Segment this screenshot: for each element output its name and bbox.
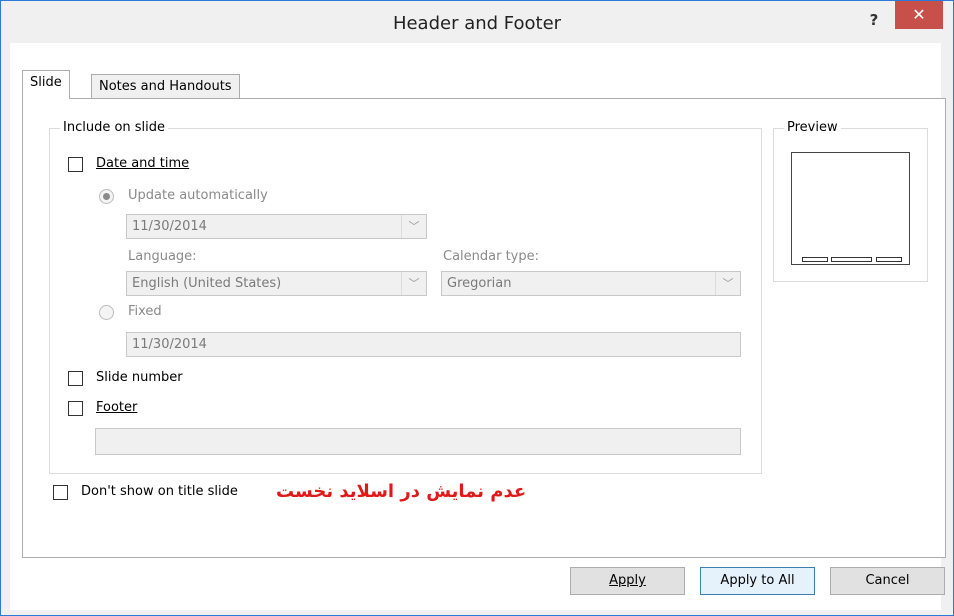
tab-notes-handouts-label: Notes and Handouts — [99, 79, 232, 94]
calendar-type-select[interactable]: Gregorian ﹀ — [441, 271, 741, 296]
close-button[interactable]: ✕ — [895, 1, 943, 29]
apply-button[interactable]: Apply — [570, 567, 685, 595]
date-time-checkbox[interactable] — [68, 157, 83, 172]
footer-label[interactable]: Footer — [96, 400, 137, 415]
preview-legend: Preview — [784, 120, 841, 135]
preview-date-placeholder — [802, 257, 828, 262]
radio-dot — [103, 193, 110, 200]
preview-number-placeholder — [876, 257, 902, 262]
update-automatically-radio[interactable] — [99, 189, 114, 204]
chevron-down-icon[interactable]: ﹀ — [401, 272, 426, 295]
calendar-type-value: Gregorian — [447, 276, 512, 291]
cancel-button-label: Cancel — [865, 573, 910, 588]
apply-button-label: Apply — [609, 573, 646, 588]
cancel-button[interactable]: Cancel — [830, 567, 945, 595]
annotation-text: عدم نمایش در اسلاید نخست — [276, 481, 527, 502]
fixed-date-value: 11/30/2014 — [132, 337, 207, 352]
window-title: Header and Footer — [392, 13, 562, 34]
calendar-type-label: Calendar type: — [443, 249, 540, 264]
footer-checkbox[interactable] — [68, 401, 83, 416]
date-time-label[interactable]: Date and time — [96, 156, 189, 171]
chevron-down-icon[interactable]: ﹀ — [715, 272, 740, 295]
tab-slide[interactable]: Slide — [22, 70, 70, 99]
slide-number-label[interactable]: Slide number — [96, 370, 183, 385]
slide-preview — [791, 152, 910, 265]
footer-text-input[interactable] — [95, 428, 741, 455]
chevron-down-icon[interactable]: ﹀ — [401, 215, 426, 238]
fixed-date-input[interactable]: 11/30/2014 — [126, 332, 741, 357]
language-label: Language: — [128, 249, 197, 264]
fixed-label[interactable]: Fixed — [128, 304, 162, 319]
help-button[interactable]: ? — [861, 7, 887, 33]
include-on-slide-legend: Include on slide — [60, 120, 169, 135]
tab-notes-handouts[interactable]: Notes and Handouts — [91, 74, 240, 99]
update-automatically-label[interactable]: Update automatically — [128, 188, 268, 203]
preview-footer-placeholder — [831, 257, 872, 262]
slide-number-checkbox[interactable] — [68, 371, 83, 386]
fixed-radio[interactable] — [99, 305, 114, 320]
close-icon: ✕ — [912, 5, 926, 24]
tab-slide-label: Slide — [30, 75, 62, 90]
date-format-value: 11/30/2014 — [132, 219, 207, 234]
language-select[interactable]: English (United States) ﹀ — [126, 271, 427, 296]
title-bar[interactable]: Header and Footer ? ✕ — [1, 1, 953, 44]
footer-label-text: Footer — [96, 400, 138, 415]
apply-to-all-button-label: Apply to All — [720, 573, 795, 588]
date-time-label-text: Date and time — [96, 156, 190, 171]
language-value: English (United States) — [132, 276, 282, 291]
apply-to-all-button[interactable]: Apply to All — [700, 567, 815, 595]
dont-show-title-slide-checkbox[interactable] — [53, 485, 68, 500]
include-on-slide-group: Include on slide — [49, 120, 762, 474]
dont-show-title-slide-label[interactable]: Don't show on title slide — [81, 484, 238, 499]
date-format-select[interactable]: 11/30/2014 ﹀ — [126, 214, 427, 239]
